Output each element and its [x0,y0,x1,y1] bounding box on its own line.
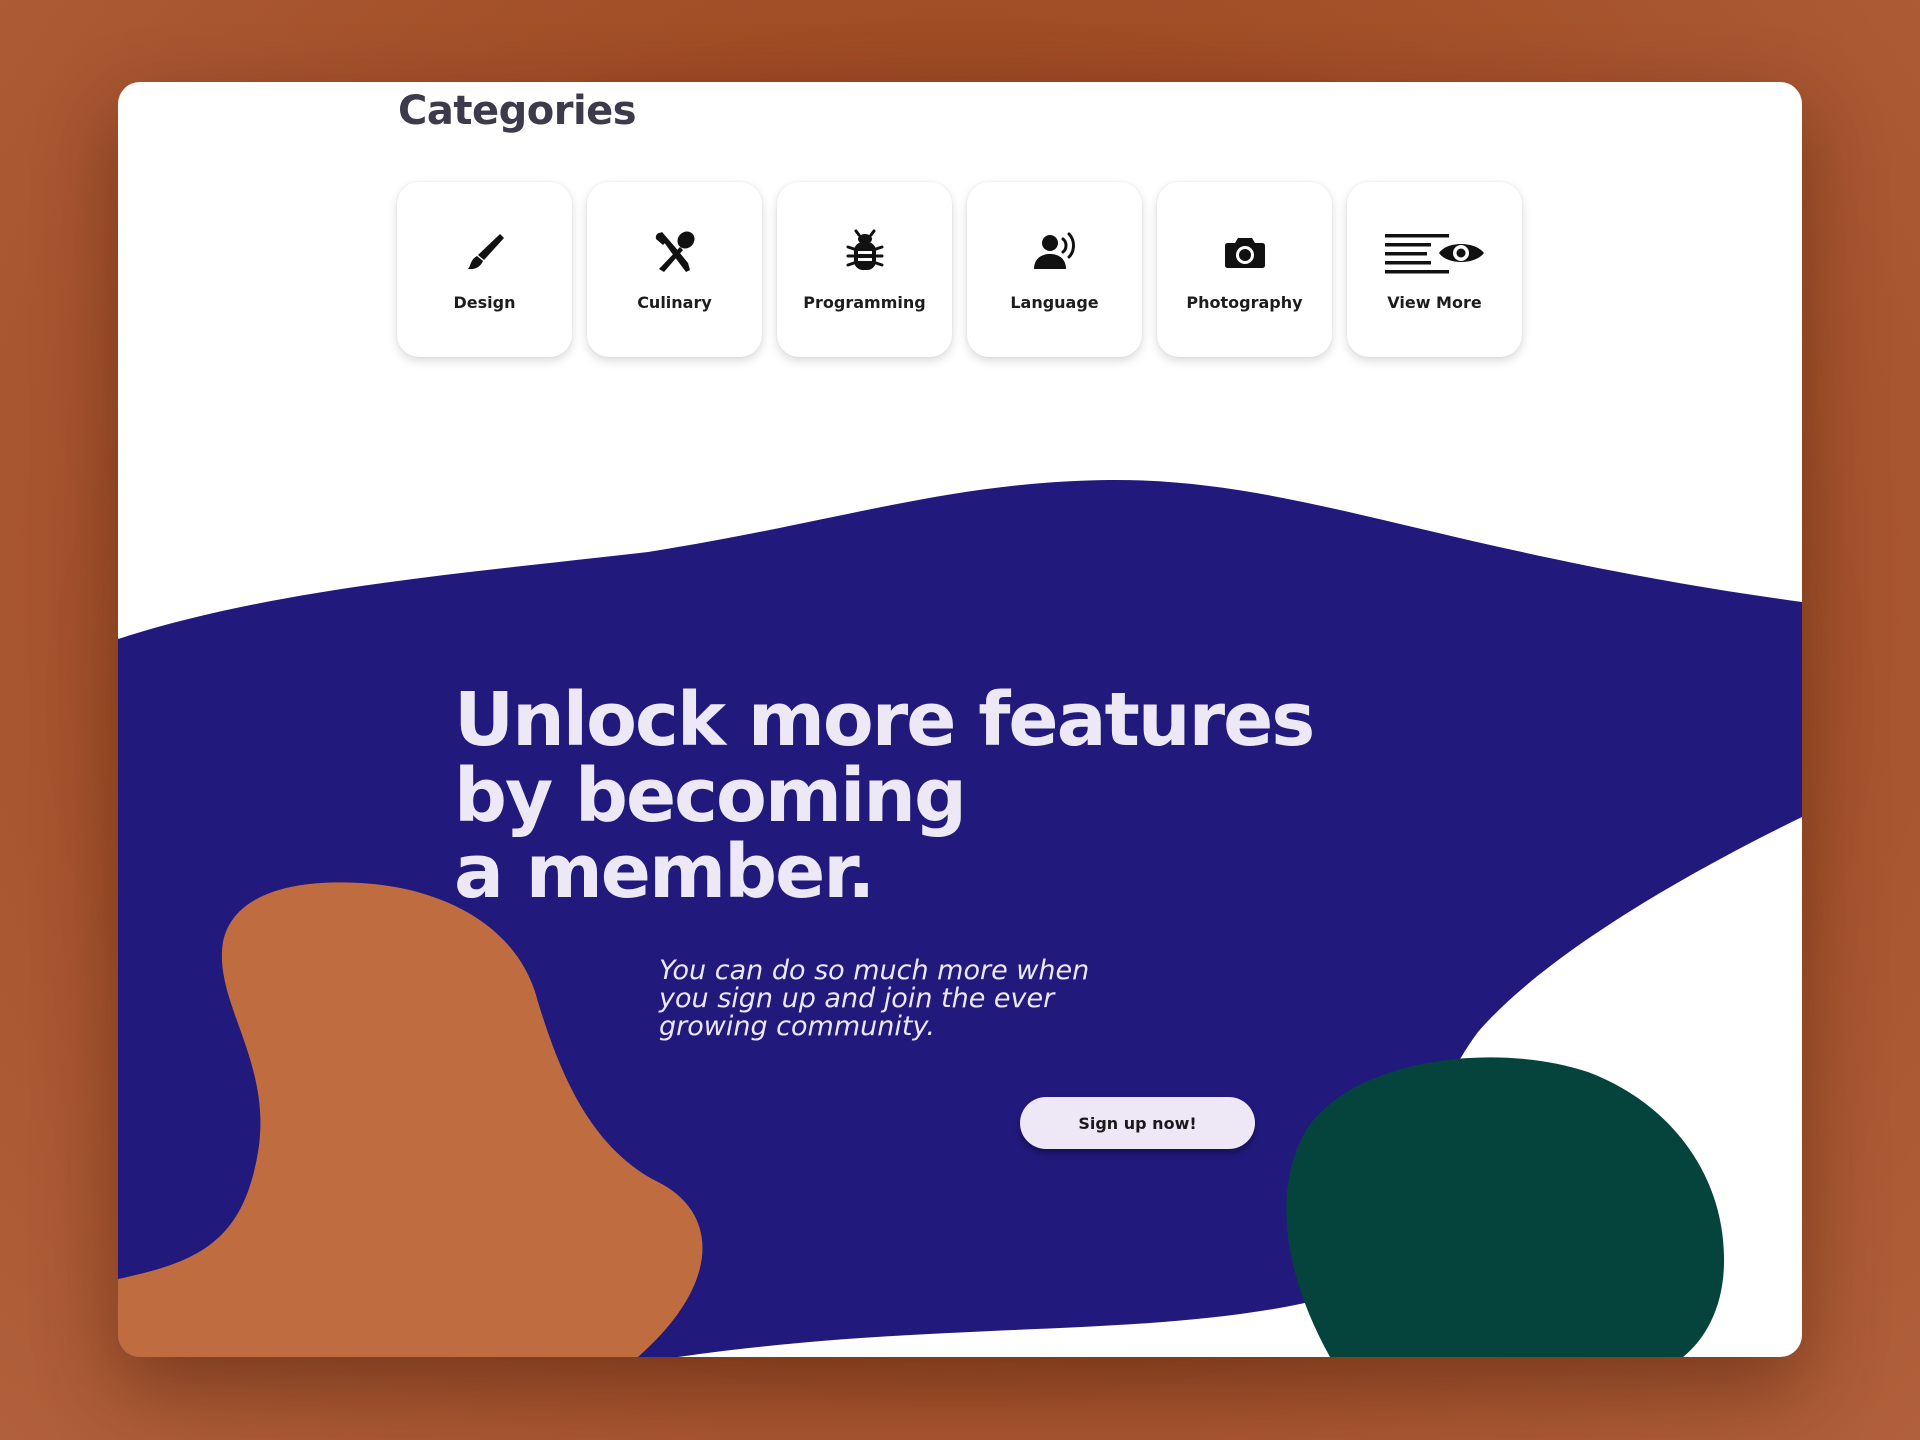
category-card-culinary[interactable]: Culinary [587,182,762,357]
category-card-language[interactable]: Language [967,182,1142,357]
hero-green-blob [1286,1057,1725,1357]
hero-subtext-line: You can do so much more when [659,955,1090,986]
browser-window: Categories Design Culinary Programming L… [118,82,1802,1357]
speaking-person-icon [1030,227,1080,277]
hero-subtext-line: you sign up and join the ever [659,983,1055,1014]
category-label: Culinary [637,293,712,312]
category-card-view-more[interactable]: View More [1347,182,1522,357]
category-card-design[interactable]: Design [397,182,572,357]
category-label: Photography [1186,293,1303,312]
category-card-photography[interactable]: Photography [1157,182,1332,357]
sign-up-button[interactable]: Sign up now! [1020,1097,1255,1149]
category-card-programming[interactable]: Programming [777,182,952,357]
hero-heading-line: a member. [454,829,875,915]
eye-lines-icon [1383,227,1487,277]
category-label: Programming [803,293,926,312]
category-list: Design Culinary Programming Language Pho… [397,182,1522,357]
paintbrush-icon [460,227,510,277]
category-label: Design [453,293,516,312]
bug-icon [840,227,890,277]
category-label: View More [1387,293,1482,312]
hero-heading-line: by becoming [454,753,967,839]
categories-title: Categories [398,88,637,134]
camera-icon [1220,227,1270,277]
fork-spoon-icon [650,227,700,277]
hero-subtext-line: growing community. [659,1011,935,1042]
category-label: Language [1010,293,1099,312]
hero-heading: Unlock more features by becoming a membe… [454,677,1315,915]
hero-subtext: You can do so much more when you sign up… [659,957,1089,1041]
hero-heading-line: Unlock more features [454,677,1315,763]
